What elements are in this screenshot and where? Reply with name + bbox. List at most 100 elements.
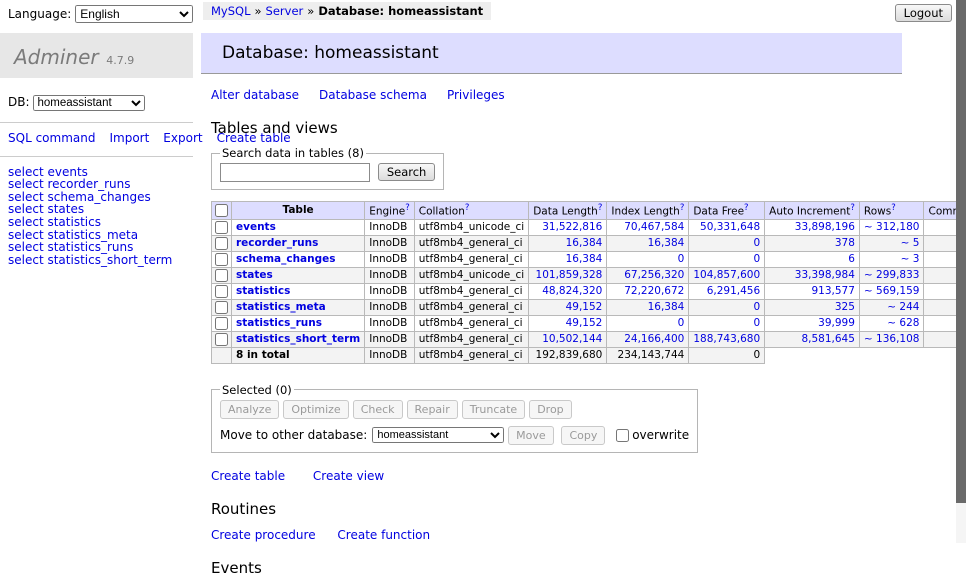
row-checkbox[interactable]	[215, 333, 228, 346]
logout-button[interactable]: Logout	[895, 4, 952, 22]
auto-increment-link[interactable]: 913,577	[812, 285, 855, 297]
sidebar-link-import[interactable]: Import	[109, 131, 149, 145]
search-input[interactable]	[220, 163, 370, 182]
privileges-link[interactable]: Privileges	[447, 88, 505, 102]
db-select[interactable]: homeassistant	[33, 95, 145, 111]
rows-link[interactable]: ~ 569,159	[864, 285, 920, 297]
collation-cell: utf8mb4_unicode_ci	[414, 219, 528, 235]
data-length-link[interactable]: 16,384	[566, 237, 603, 249]
language-select[interactable]: English	[75, 5, 193, 23]
total-data-free: 0	[689, 347, 765, 363]
index-length-link[interactable]: 16,384	[648, 301, 685, 313]
analyze-button[interactable]: Analyze	[220, 400, 279, 419]
create-function-link[interactable]: Create function	[337, 528, 430, 542]
optimize-button[interactable]: Optimize	[283, 400, 348, 419]
table-name-link[interactable]: schema_changes	[236, 253, 336, 265]
index-length-link[interactable]: 24,166,400	[624, 333, 684, 345]
index-length-link[interactable]: 0	[678, 317, 685, 329]
data-free-link[interactable]: 50,331,648	[700, 221, 760, 233]
create-procedure-link[interactable]: Create procedure	[211, 528, 316, 542]
vertical-scrollbar[interactable]	[956, 0, 966, 543]
truncate-button[interactable]: Truncate	[462, 400, 525, 419]
select-all-checkbox[interactable]	[215, 204, 228, 217]
database-schema-link[interactable]: Database schema	[319, 88, 427, 102]
row-checkbox[interactable]	[215, 317, 228, 330]
row-checkbox[interactable]	[215, 269, 228, 282]
auto-increment-link[interactable]: 6	[848, 253, 855, 265]
data-length-link[interactable]: 10,502,144	[542, 333, 602, 345]
row-checkbox[interactable]	[215, 221, 228, 234]
sidebar-item-select-statistics-runs[interactable]: select statistics_runs	[8, 241, 193, 254]
index-length-link[interactable]: 72,220,672	[624, 285, 684, 297]
data-length-link[interactable]: 48,824,320	[542, 285, 602, 297]
alter-database-link[interactable]: Alter database	[211, 88, 299, 102]
auto-increment-link[interactable]: 33,898,196	[795, 221, 855, 233]
engine-cell: InnoDB	[365, 219, 415, 235]
table-name-link[interactable]: statistics_meta	[236, 301, 326, 313]
data-length-link[interactable]: 101,859,328	[536, 269, 603, 281]
move-button[interactable]: Move	[508, 426, 554, 445]
rows-link[interactable]: ~ 5	[901, 237, 920, 249]
data-length-link[interactable]: 16,384	[566, 253, 603, 265]
data-free-link[interactable]: 104,857,600	[693, 269, 760, 281]
rows-link[interactable]: ~ 244	[887, 301, 919, 313]
rows-link[interactable]: ~ 312,180	[864, 221, 920, 233]
auto-increment-link[interactable]: 39,999	[818, 317, 855, 329]
table-name-link[interactable]: statistics_short_term	[236, 333, 360, 345]
create-view-link[interactable]: Create view	[313, 469, 384, 483]
auto-increment-link[interactable]: 8,581,645	[801, 333, 854, 345]
sidebar-item-select-recorder-runs[interactable]: select recorder_runs	[8, 178, 193, 191]
data-length-link[interactable]: 49,152	[566, 317, 603, 329]
table-name-link[interactable]: statistics_runs	[236, 317, 322, 329]
auto-increment-link[interactable]: 325	[835, 301, 855, 313]
help-link[interactable]: ?	[465, 203, 470, 213]
overwrite-checkbox[interactable]	[616, 429, 629, 442]
help-link[interactable]: ?	[744, 203, 749, 213]
table-name-link[interactable]: events	[236, 221, 276, 233]
help-link[interactable]: ?	[598, 203, 603, 213]
sidebar-link-export[interactable]: Export	[163, 131, 202, 145]
table-name-link[interactable]: recorder_runs	[236, 237, 318, 249]
help-link[interactable]: ?	[405, 203, 410, 213]
index-length-link[interactable]: 67,256,320	[624, 269, 684, 281]
row-checkbox[interactable]	[215, 253, 228, 266]
data-free-link[interactable]: 0	[753, 301, 760, 313]
row-checkbox[interactable]	[215, 301, 228, 314]
data-free-link[interactable]: 0	[753, 317, 760, 329]
scrollbar-thumb[interactable]	[956, 0, 966, 503]
index-length-link[interactable]: 70,467,584	[624, 221, 684, 233]
rows-link[interactable]: ~ 3	[901, 253, 920, 265]
data-length-link[interactable]: 31,522,816	[542, 221, 602, 233]
help-link[interactable]: ?	[680, 203, 685, 213]
data-length-link[interactable]: 49,152	[566, 301, 603, 313]
index-length-link[interactable]: 16,384	[648, 237, 685, 249]
data-free-link[interactable]: 0	[753, 253, 760, 265]
selected-buttons-row: AnalyzeOptimize CheckRepairTruncateDrop	[220, 400, 689, 419]
index-length-link[interactable]: 0	[678, 253, 685, 265]
help-link[interactable]: ?	[850, 203, 855, 213]
drop-button[interactable]: Drop	[529, 400, 571, 419]
row-checkbox[interactable]	[215, 285, 228, 298]
move-db-select[interactable]: homeassistant	[372, 427, 504, 443]
sidebar-item-select-statistics-short-term[interactable]: select statistics_short_term	[8, 254, 193, 267]
sidebar-link-sql-command[interactable]: SQL command	[8, 131, 95, 145]
data-free-link[interactable]: 188,743,680	[693, 333, 760, 345]
copy-button[interactable]: Copy	[561, 426, 605, 445]
row-checkbox[interactable]	[215, 237, 228, 250]
auto-increment-link[interactable]: 33,398,984	[795, 269, 855, 281]
engine-cell: InnoDB	[365, 235, 415, 251]
auto-increment-link[interactable]: 378	[835, 237, 855, 249]
table-name-link[interactable]: statistics	[236, 285, 290, 297]
data-free-link[interactable]: 6,291,456	[707, 285, 760, 297]
table-name-link[interactable]: states	[236, 269, 273, 281]
rows-link[interactable]: ~ 628	[887, 317, 919, 329]
search-button[interactable]: Search	[378, 163, 436, 181]
check-button[interactable]: Check	[353, 400, 403, 419]
sidebar-item-select-statistics[interactable]: select statistics	[8, 216, 193, 229]
data-free-link[interactable]: 0	[753, 237, 760, 249]
rows-link[interactable]: ~ 299,833	[864, 269, 920, 281]
help-link[interactable]: ?	[891, 203, 896, 213]
repair-button[interactable]: Repair	[407, 400, 458, 419]
create-table-link[interactable]: Create table	[211, 469, 285, 483]
rows-link[interactable]: ~ 136,108	[864, 333, 920, 345]
